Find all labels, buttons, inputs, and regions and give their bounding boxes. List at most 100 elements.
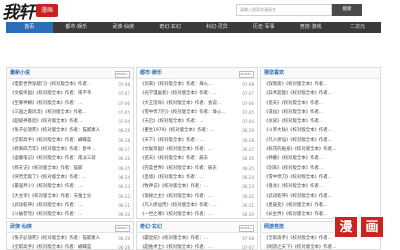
panel-title[interactable]: 武侠·仙侠 — [10, 222, 32, 233]
book-link[interactable]: 《天启》《校对版全本》作者：... 07-04 — [140, 117, 254, 126]
book-link[interactable]: 《天下》《校对版全本》作者：... 06-28 — [140, 136, 254, 145]
book-link[interactable]: 《武动乾坤》《校对版全本》作者：... 06-21 — [10, 201, 130, 210]
book-title: 《雪中悍刀》《校对版全本》作者... — [264, 174, 332, 180]
nav-item-wuxia[interactable]: 武侠·仙侠 — [100, 22, 147, 33]
book-link[interactable]: 《遮天》《校对版全本》作者... — [264, 99, 377, 108]
book-link[interactable]: 《一世之尊》《校对版全本》作者：... 06-20 — [140, 210, 254, 218]
book-link[interactable]: 《剑来》《校对版全本》作者... — [264, 164, 377, 173]
panel-urban: 都市·娱乐 MORE+ 《剑来》《校对版全本》作者：烽火... 07-08 《光学漫… — [136, 67, 258, 219]
book-link[interactable]: 《盘龙》《校对版全本》作者... — [264, 182, 377, 191]
more-button[interactable]: MORE+ — [114, 71, 130, 78]
search-input[interactable]: 请输入搜索的漫画名 — [236, 4, 332, 16]
book-title: 《大主宰》《校对版全本》作者：天蚕土豆 — [10, 193, 92, 199]
search-button[interactable]: 搜索 — [332, 4, 362, 16]
book-link[interactable]: 《牧神记》《校对版全本》作者：... 06-23 — [140, 182, 254, 191]
nav-item-fantasy[interactable]: 奇幻·玄幻 — [147, 22, 194, 33]
update-date: 06-21 — [118, 202, 130, 208]
update-date: 06-26 — [118, 156, 130, 162]
book-link[interactable]: 《圣墟》《校对版全本》作者：... 06-24 — [140, 173, 254, 182]
book-link[interactable]: 《三国之最风流》《校对版全本》作者... 07-05 — [10, 108, 130, 117]
book-link[interactable]: 《诡秘之主》《校对版全本》作者：... 06-22 — [140, 192, 254, 201]
book-title: 《至尊神婿》《校对版全本》作者：... — [10, 100, 83, 106]
book-link[interactable]: 《异术超能》《校对版全本》作者... — [264, 89, 377, 98]
book-link[interactable]: 《剑来》《校对版全本》作者：烽火... 07-08 — [140, 80, 254, 89]
panel-title[interactable]: 最新小说 — [10, 68, 30, 79]
book-title: 《驭兽斋》《校对版全本》作者... — [264, 82, 328, 87]
book-title: 《文娱帝国》《校对版全本》作者：... — [140, 147, 213, 153]
nav-item-acg[interactable]: 二次元 — [334, 22, 381, 33]
book-title: 《盘龙》《校对版全本》作者... — [264, 184, 324, 190]
book-title: 《圣墟》《校对版全本》作者：... — [140, 174, 204, 180]
book-title: 《神墓》《校对版全本》作者... — [264, 156, 324, 162]
book-link[interactable]: 《龙族》《校对版全本》作者... — [264, 117, 377, 126]
book-title: 《兔子必须死》《校对版全本》作者：猫腻素人 — [10, 236, 101, 241]
book-title: 《异术超能》《校对版全本》作者... — [264, 91, 332, 97]
panel-title[interactable]: 都市·娱乐 — [140, 68, 162, 79]
book-link[interactable]: 《大王饶命》《校对版全本》作者：会说... 07-06 — [140, 99, 254, 108]
book-link[interactable]: 《雪中悍刀行》《校对版全本》作者：烽火... 07-05 — [140, 108, 254, 117]
book-link[interactable]: 《文娱帝国》《校对版全本》作者：... 06-27 — [140, 145, 254, 154]
nav-item-home[interactable]: 首页 — [6, 22, 53, 33]
book-title: 《超级神基因》《校对版全本》作者... — [10, 119, 83, 125]
more-button[interactable]: MORE+ — [114, 225, 130, 232]
book-list: 《剑来》《校对版全本》作者：烽火... 07-08 《光学漫画者》《校对版全本》作者… — [137, 79, 257, 218]
book-link[interactable]: 《凡人修仙》《校对版全本》作者... — [264, 136, 377, 145]
update-date: 07-07 — [242, 245, 254, 250]
book-link[interactable]: 《超维术士》《校对版全本》作者：... 07-07 — [140, 243, 254, 250]
book-link[interactable]: 《超级神基因》《校对版全本》作者... 07-04 — [10, 117, 130, 126]
panel-recommend: 猜您喜欢 《驭兽斋》《校对版全本》作者... 《异术超能》《校对版全本》作者...… — [260, 67, 381, 219]
book-link[interactable]: 《修真四万年》《校对版全本》作者：卧牛... 06-27 — [10, 145, 130, 154]
book-link[interactable]: 《校花的贴身》《校对版全本》作者... — [264, 145, 377, 154]
book-link[interactable]: 《完美世界》《校对版全本》作者：辰东 06-25 — [140, 164, 254, 173]
book-link[interactable]: 《兔子必须死》《校对版全本》作者：猫腻素人 06-29 — [10, 126, 130, 135]
book-link[interactable]: 《至尊神婿》《校对版全本》作者：... 07-06 — [10, 99, 130, 108]
update-date: 06-29 — [242, 128, 254, 134]
book-link[interactable]: 《网游之天下》《校对版全本》作者... — [264, 243, 377, 249]
update-date: 07-05 — [242, 109, 254, 115]
nav-item-urban[interactable]: 都市·娱乐 — [53, 22, 100, 33]
book-title: 《天下》《校对版全本》作者：... — [140, 137, 204, 143]
nav-item-scifi[interactable]: 科幻·灵异 — [194, 22, 241, 33]
book-link[interactable]: 《驭兽斋》《校对版全本》作者... — [264, 80, 377, 89]
book-link[interactable]: 《择天记》《校对版全本》作者：猫腻 06-25 — [10, 164, 130, 173]
watermark-glyph: 漫 — [334, 216, 358, 238]
book-link[interactable]: 《光学漫画者》《校对版全本》作者：... 07-07 — [140, 89, 254, 98]
book-link[interactable]: 《诛仙》《校对版全本》作者... — [264, 108, 377, 117]
book-link[interactable]: 《凡人修仙传》《校对版全本》作者：... 06-21 — [140, 201, 254, 210]
update-date: 06-28 — [242, 137, 254, 143]
book-link[interactable]: 《雪中悍刀》《校对版全本》作者... — [264, 173, 377, 182]
update-date: 06-20 — [118, 212, 130, 218]
book-list: 《霸皇纪》《校对版全本》作者：... 07-08 《超维术士》《校对版全本》作者：.… — [137, 233, 257, 250]
book-link[interactable]: 《大主宰》《校对版全本》作者：天蚕土豆 06-22 — [10, 192, 130, 201]
panel-title[interactable]: 奇幻·玄幻 — [140, 222, 162, 233]
book-link[interactable]: 《盗墓笔记》《校对版全本》作者：南派三叔 06-26 — [10, 154, 130, 163]
book-title: 《长生界》《校对版全本》作者... — [264, 212, 328, 218]
book-title: 《重生1979》《校对版全本》作者：... — [140, 128, 215, 134]
more-button[interactable]: MORE+ — [238, 71, 254, 78]
site-logo[interactable]: 我轩 漫画 — [2, 0, 58, 23]
site-watermark: 漫 画 — [334, 216, 384, 238]
book-link[interactable]: 《斗罗大陆》《校对版全本》作者... — [264, 126, 377, 135]
update-date: 06-23 — [242, 184, 254, 190]
nav-item-games[interactable]: 竞技·游戏 — [287, 22, 334, 33]
book-link[interactable]: 《星辰变》《校对版全本》作者... — [264, 201, 377, 210]
book-link[interactable]: 《兔子必须死》《校对版全本》作者：猫腻素人 06-29 — [10, 234, 130, 243]
update-date: 07-04 — [118, 119, 130, 125]
book-link[interactable]: 《全职高手》《校对版全本》作者：蝴蝶蓝 06-28 — [10, 243, 130, 249]
book-link[interactable]: 《最强弃少》《校对版全本》作者：... 06-23 — [10, 182, 130, 191]
book-link[interactable]: 《文娱帝国》《校对版全本》作者：南不韦 07-07 — [10, 89, 130, 98]
panel-header: 最新小说 MORE+ — [7, 68, 133, 79]
more-button[interactable]: MORE+ — [238, 225, 254, 232]
update-date: 06-25 — [118, 165, 130, 171]
book-link[interactable]: 《神墓》《校对版全本》作者... — [264, 154, 377, 163]
book-link[interactable]: 《霸皇纪》《校对版全本》作者：... 07-08 — [140, 234, 254, 243]
book-link[interactable]: 《遮天》《校对版全本》作者：辰东 06-26 — [140, 154, 254, 163]
book-link[interactable]: 《斗破苍穹》《校对版全本》作者：... 06-20 — [10, 210, 130, 218]
book-link[interactable]: 《电影世界穿越门》《校对版全本》作者... 07-08 — [10, 80, 130, 89]
book-link[interactable]: 《重生1979》《校对版全本》作者：... 06-29 — [140, 126, 254, 135]
book-link[interactable]: 《突然无敌了》《校对版全本》作者：... 06-24 — [10, 173, 130, 182]
panel-fantasy: 奇幻·玄幻 MORE+ 《霸皇纪》《校对版全本》作者：... 07-08 《超维术士… — [136, 221, 258, 250]
nav-item-history[interactable]: 历史·军事 — [240, 22, 287, 33]
book-link[interactable]: 《武动乾坤》《校对版全本》作者... — [264, 192, 377, 201]
book-link[interactable]: 《全职高手》《校对版全本》作者：蝴蝶蓝 06-28 — [10, 136, 130, 145]
